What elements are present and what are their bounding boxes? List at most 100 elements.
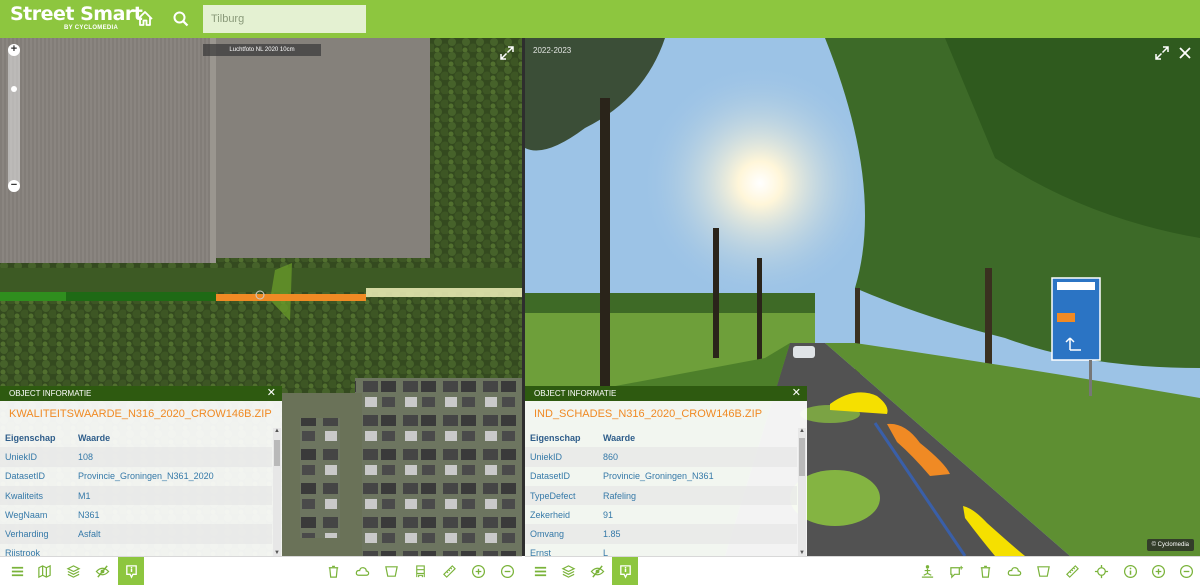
layers-icon[interactable]: [557, 557, 579, 585]
logo-subtitle: BY CYCLOMEDIA: [64, 25, 119, 31]
measure-icon[interactable]: [438, 557, 460, 585]
table-row: DatasetID Provincie_Groningen_N361: [525, 467, 797, 486]
close-icon[interactable]: [1177, 45, 1193, 61]
object-info-header-label: OBJECT INFORMATIE: [9, 389, 92, 398]
expand-icon[interactable]: [499, 45, 515, 61]
visibility-off-icon[interactable]: [91, 557, 113, 585]
map-pane[interactable]: + − Luchtfoto NL 2020 10cm OBJECT INFORM…: [0, 38, 522, 556]
table-header-row: Eigenschap Waarde: [525, 428, 797, 447]
table-row: WegNaam N361: [0, 505, 272, 524]
table-row: DatasetID Provincie_Groningen_N361_2020: [0, 467, 272, 486]
table-row: Verharding Asfalt: [0, 524, 272, 544]
property-value: Asfalt: [78, 529, 101, 540]
area-icon[interactable]: [380, 557, 402, 585]
visibility-off-icon[interactable]: [586, 557, 608, 585]
column-header-property: Eigenschap: [5, 432, 56, 443]
zoom-in-icon[interactable]: [467, 557, 489, 585]
property-name: TypeDefect: [530, 490, 576, 501]
property-value: Provincie_Groningen_N361: [603, 471, 714, 482]
table-row: Kwaliteits M1: [0, 485, 272, 506]
object-info-title: IND_SCHADES_N316_2020_CROW146B.ZIP: [534, 408, 763, 420]
column-header-value: Waarde: [603, 432, 636, 443]
map-toolbar: [0, 556, 522, 585]
measure-icon[interactable]: [1061, 557, 1083, 585]
logo[interactable]: Street Smart BY CYCLOMEDIA: [10, 4, 143, 31]
property-name: Zekerheid: [530, 509, 571, 520]
delete-icon[interactable]: [322, 557, 344, 585]
table-row: TypeDefect Rafeling: [525, 485, 797, 506]
top-bar: Street Smart BY CYCLOMEDIA: [0, 0, 1200, 38]
panorama-pane[interactable]: 2022-2023 © Cyclomedia OBJECT INFORMATIE…: [525, 38, 1200, 556]
menu-icon[interactable]: [6, 557, 28, 585]
zoom-out-icon[interactable]: −: [8, 180, 20, 192]
property-name: DatasetID: [5, 471, 46, 482]
zoom-slider[interactable]: + −: [8, 44, 20, 192]
object-info-icon[interactable]: [612, 557, 638, 585]
scrollbar[interactable]: ▲ ▼: [798, 428, 806, 556]
scroll-up-icon[interactable]: ▲: [798, 428, 806, 434]
menu-icon[interactable]: [529, 557, 551, 585]
table-row: Omvang 1.85: [525, 524, 797, 544]
comment-icon[interactable]: [945, 557, 967, 585]
property-value: Rafeling: [603, 490, 637, 501]
table-row: UniekID 860: [525, 447, 797, 467]
zoom-out-icon[interactable]: [496, 557, 518, 585]
info-icon[interactable]: [1119, 557, 1141, 585]
object-info-icon[interactable]: [118, 557, 144, 585]
capture-date: 2022-2023: [533, 46, 572, 55]
object-info-panel: OBJECT INFORMATIE ✕ IND_SCHADES_N316_202…: [525, 386, 807, 556]
home-icon[interactable]: [135, 9, 155, 29]
building-icon[interactable]: [409, 557, 431, 585]
close-icon[interactable]: ✕: [267, 386, 276, 401]
object-info-header-label: OBJECT INFORMATIE: [534, 389, 617, 398]
property-value: M1: [78, 490, 91, 501]
panorama-toolbar: [525, 556, 1200, 585]
object-info-title: KWALITEITSWAARDE_N316_2020_CROW146B.ZIP: [9, 408, 272, 420]
map-icon[interactable]: [33, 557, 55, 585]
table-row: UniekID 108: [0, 447, 272, 467]
cloud-icon[interactable]: [1003, 557, 1025, 585]
search-icon[interactable]: [171, 9, 191, 29]
map-source-label: Luchtfoto NL 2020 10cm: [203, 44, 321, 56]
expand-icon[interactable]: [1154, 45, 1170, 61]
zoom-in-icon[interactable]: +: [8, 44, 20, 56]
property-name: Kwaliteits: [5, 490, 44, 501]
search-input[interactable]: [203, 5, 366, 33]
column-header-property: Eigenschap: [530, 432, 581, 443]
property-value: 1.85: [603, 529, 621, 540]
scrollbar-thumb[interactable]: [799, 438, 805, 476]
object-info-header: OBJECT INFORMATIE ✕: [0, 386, 282, 401]
zoom-in-icon[interactable]: [1147, 557, 1169, 585]
cloud-icon[interactable]: [351, 557, 373, 585]
table-row: Ernst L: [525, 544, 797, 556]
object-info-header: OBJECT INFORMATIE ✕: [525, 386, 807, 401]
close-icon[interactable]: ✕: [792, 386, 801, 401]
table-header-row: Eigenschap Waarde: [0, 428, 272, 447]
property-name: Verharding: [5, 529, 49, 540]
person-height-icon[interactable]: [916, 557, 938, 585]
column-header-value: Waarde: [78, 432, 111, 443]
scroll-up-icon[interactable]: ▲: [273, 428, 281, 434]
property-value: 108: [78, 451, 94, 462]
property-value: 860: [603, 451, 619, 462]
property-name: Omvang: [530, 529, 565, 540]
table-row: Zekerheid 91: [525, 505, 797, 524]
layers-icon[interactable]: [62, 557, 84, 585]
property-name: WegNaam: [5, 509, 48, 520]
attribute-table: Eigenschap Waarde UniekID 108 DatasetID …: [0, 428, 272, 556]
zoom-slider-handle[interactable]: [11, 86, 17, 92]
table-row: Rijstrook: [0, 544, 272, 556]
navigate-icon[interactable]: [1090, 557, 1112, 585]
property-name: Rijstrook: [5, 548, 41, 556]
property-name: UniekID: [5, 451, 38, 462]
property-name: Ernst: [530, 548, 552, 556]
delete-icon[interactable]: [974, 557, 996, 585]
area-icon[interactable]: [1032, 557, 1054, 585]
copyright-label: © Cyclomedia: [1146, 539, 1194, 551]
object-info-panel: OBJECT INFORMATIE ✕ KWALITEITSWAARDE_N31…: [0, 386, 282, 556]
property-name: DatasetID: [530, 471, 571, 482]
scrollbar[interactable]: ▲ ▼: [273, 428, 281, 556]
scrollbar-thumb[interactable]: [274, 440, 280, 466]
zoom-out-icon[interactable]: [1175, 557, 1197, 585]
property-value: L: [603, 548, 609, 556]
